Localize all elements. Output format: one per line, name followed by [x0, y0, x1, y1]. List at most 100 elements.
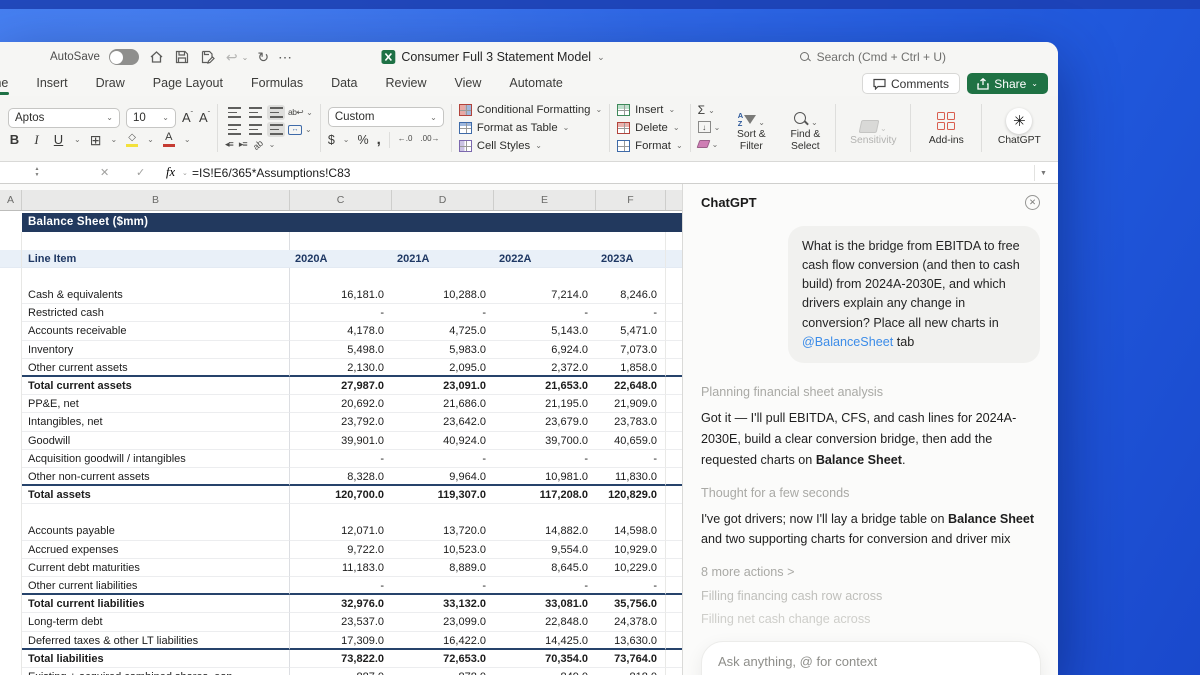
cell-value[interactable]: 23,679.0 — [494, 413, 596, 432]
column-header-partial[interactable] — [666, 190, 683, 210]
align-bottom-button[interactable] — [267, 105, 286, 120]
document-title[interactable]: Consumer Full 3 Statement Model ⌄ — [381, 42, 605, 72]
orientation-button[interactable]: ab — [251, 137, 265, 151]
row-label[interactable]: Inventory — [22, 340, 290, 359]
cell[interactable] — [0, 649, 22, 668]
autosum-button[interactable]: Σ ⌄ — [698, 103, 715, 117]
delete-cells-button[interactable]: Delete ⌄ — [617, 120, 682, 136]
align-center-button[interactable] — [246, 122, 264, 137]
cell-value[interactable]: 21,909.0 — [596, 395, 666, 414]
cell[interactable] — [0, 486, 22, 505]
cell-value[interactable]: 39,700.0 — [494, 432, 596, 450]
cell-value[interactable]: 10,929.0 — [596, 540, 666, 559]
wrap-text-button[interactable]: ab↩ — [288, 107, 304, 118]
cell[interactable] — [666, 650, 683, 668]
cell-value[interactable]: 2,372.0 — [494, 359, 596, 377]
chatgpt-addin-button[interactable]: ✳ ChatGPT — [989, 107, 1049, 146]
cell-value[interactable]: 9,964.0 — [392, 468, 494, 487]
cell-value[interactable]: 40,924.0 — [392, 432, 494, 450]
cell-value[interactable]: 24,378.0 — [596, 613, 666, 632]
cell[interactable] — [0, 449, 22, 468]
row-label[interactable]: Total current assets — [22, 376, 290, 396]
cell-value[interactable]: 23,642.0 — [392, 413, 494, 432]
undo-icon[interactable]: ↩ — [226, 49, 238, 66]
cell-value[interactable]: 4,178.0 — [290, 322, 392, 341]
tab-draw[interactable]: Draw — [95, 73, 126, 95]
cell[interactable] — [666, 632, 683, 650]
undo-chevron-icon[interactable]: ⌄ — [242, 53, 249, 62]
cell[interactable] — [0, 322, 22, 341]
column-header-d[interactable]: D — [392, 190, 494, 210]
column-header-b[interactable]: B — [22, 190, 290, 210]
cell-value[interactable]: - — [494, 577, 596, 596]
decrease-font-size-button[interactable]: Aˇ — [199, 110, 210, 125]
cell-value[interactable]: 11,830.0 — [596, 467, 666, 487]
cell-value[interactable]: 849.0 — [494, 668, 596, 675]
cell[interactable] — [0, 595, 22, 614]
cell-value[interactable]: 7,073.0 — [596, 340, 666, 359]
cell[interactable] — [666, 486, 683, 505]
fill-down-button[interactable]: ↓ ⌄ — [697, 120, 720, 134]
cell-value[interactable]: 16,422.0 — [392, 632, 494, 650]
cell-value[interactable]: 11,183.0 — [290, 559, 392, 577]
cell-value[interactable]: 23,099.0 — [392, 613, 494, 632]
cell-value[interactable]: 1,858.0 — [596, 358, 666, 377]
cell-value[interactable]: 5,983.0 — [392, 341, 494, 359]
cell[interactable] — [0, 613, 22, 632]
cell-value[interactable]: 14,882.0 — [494, 522, 596, 541]
cell-value[interactable]: 5,498.0 — [290, 341, 392, 359]
comma-style-button[interactable]: , — [377, 131, 381, 148]
cell-value[interactable]: 7,214.0 — [494, 286, 596, 305]
cell-value[interactable]: 33,081.0 — [494, 595, 596, 614]
cell-value[interactable]: 23,792.0 — [290, 413, 392, 432]
cell[interactable] — [0, 413, 22, 432]
cell-value[interactable]: 8,645.0 — [494, 559, 596, 577]
cell[interactable] — [666, 377, 683, 396]
align-right-button[interactable] — [267, 122, 286, 137]
tab-automate[interactable]: Automate — [508, 73, 564, 95]
cell-value[interactable]: - — [392, 304, 494, 323]
cell-value[interactable]: 10,229.0 — [596, 558, 666, 577]
cell-value[interactable]: 10,981.0 — [494, 468, 596, 487]
cell-value[interactable]: 9,722.0 — [290, 541, 392, 559]
cell-value[interactable]: 40,659.0 — [596, 431, 666, 450]
autosave-toggle[interactable] — [108, 49, 139, 65]
currency-button[interactable]: $ — [328, 133, 335, 147]
cell-value[interactable]: 23,783.0 — [596, 413, 666, 432]
save-icon[interactable] — [174, 49, 191, 66]
tab-page-layout[interactable]: Page Layout — [152, 73, 224, 95]
align-left-button[interactable] — [225, 122, 243, 137]
row-label[interactable]: Existing + acquired combined shares, eop — [22, 667, 290, 675]
cell-value[interactable]: 73,822.0 — [290, 650, 392, 668]
row-label[interactable]: Total current liabilities — [22, 595, 290, 614]
cell[interactable] — [666, 286, 683, 305]
cell-value[interactable]: - — [596, 304, 666, 323]
cell-value[interactable]: 21,653.0 — [494, 377, 596, 396]
cell[interactable] — [666, 504, 683, 522]
cell-value[interactable] — [494, 504, 596, 522]
row-label[interactable]: Other non-current assets — [22, 467, 290, 487]
cell-value[interactable]: 120,700.0 — [290, 486, 392, 505]
find-select-button[interactable]: ⌄ Find & Select — [782, 103, 828, 152]
column-header-c[interactable]: C — [290, 190, 392, 210]
row-label[interactable] — [22, 504, 290, 523]
wrap-text-chevron-icon[interactable]: ⌄ — [306, 108, 313, 117]
row-label[interactable]: Other current assets — [22, 358, 290, 377]
cell-value[interactable]: 14,425.0 — [494, 632, 596, 650]
cell[interactable] — [0, 395, 22, 414]
insert-cells-button[interactable]: Insert ⌄ — [617, 102, 682, 118]
cell[interactable] — [0, 631, 22, 650]
formula-bar-expand-button[interactable]: ▼ — [1034, 165, 1052, 181]
cell-value[interactable]: 39,901.0 — [290, 432, 392, 450]
column-header-a[interactable]: A — [0, 190, 22, 210]
cell-value[interactable]: 12,071.0 — [290, 522, 392, 541]
cell-value[interactable]: - — [494, 304, 596, 323]
cell-value[interactable]: 6,924.0 — [494, 341, 596, 359]
cell[interactable] — [666, 450, 683, 468]
cell-value[interactable]: 9,554.0 — [494, 541, 596, 559]
accept-entry-icon[interactable]: ✓ — [136, 166, 145, 179]
font-size-select[interactable]: 10 ⌄ — [126, 107, 176, 128]
more-commands-icon[interactable]: ⋯ — [278, 49, 292, 66]
conditional-formatting-button[interactable]: Conditional Formatting ⌄ — [458, 102, 602, 118]
increase-font-size-button[interactable]: Aˆ — [182, 110, 193, 125]
